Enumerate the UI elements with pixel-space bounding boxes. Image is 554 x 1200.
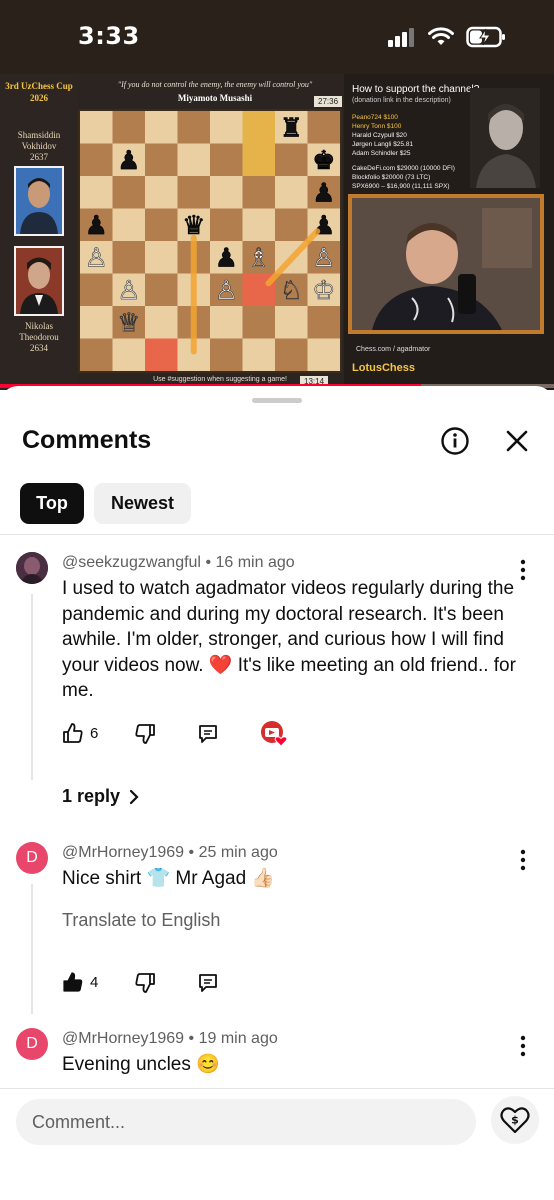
battery-charging-icon bbox=[466, 26, 506, 53]
player-top-photo bbox=[14, 166, 64, 236]
like-count: 4 bbox=[90, 973, 99, 991]
video-player[interactable]: 3rd UzChess Cup 2026 Shamsiddin Vokhidov… bbox=[0, 74, 554, 390]
dislike-button[interactable] bbox=[134, 723, 156, 745]
reply-button[interactable] bbox=[197, 972, 219, 994]
svg-text:♟: ♟ bbox=[117, 146, 140, 176]
status-bar: 3:33 bbox=[0, 0, 554, 74]
creator-heart-icon bbox=[261, 721, 288, 747]
quote-author: Miyamoto Musashi bbox=[177, 93, 253, 103]
donor-line: Adam Schindler $25 bbox=[352, 150, 411, 157]
comment-text: Evening uncles 😊 bbox=[62, 1054, 220, 1075]
comment-meta: @seekzugzwangful • 16 min ago bbox=[62, 554, 295, 571]
super-thanks-button[interactable]: $ bbox=[491, 1096, 539, 1144]
tab-newest[interactable]: Newest bbox=[94, 483, 191, 524]
event-title: 3rd UzChess Cup 2026 bbox=[5, 81, 73, 103]
comment-author[interactable]: @MrHorney1969 bbox=[62, 844, 184, 861]
comment-time: 25 min ago bbox=[198, 844, 278, 861]
comment-time: 16 min ago bbox=[215, 554, 295, 571]
translate-button[interactable]: Translate to English bbox=[62, 910, 220, 931]
sheet-grabber[interactable] bbox=[252, 398, 302, 403]
donor-line: Peano724 $100 bbox=[352, 114, 398, 121]
chess-board: ♜ ♟ ♚ ♟ ♟ ♛ ♟ ♙ ♟ ♗ ♙ ♙ ♙ ♘ ♔ ♕ bbox=[78, 109, 342, 373]
comments-title: Comments bbox=[22, 426, 152, 454]
comment-input[interactable] bbox=[16, 1099, 476, 1145]
players-panel: 3rd UzChess Cup 2026 Shamsiddin Vokhidov… bbox=[0, 74, 78, 384]
thumbs-up-filled-icon bbox=[63, 972, 83, 992]
brand-logo: LotusChess bbox=[352, 362, 415, 374]
svg-text:$: $ bbox=[511, 1114, 519, 1127]
avatar[interactable]: D bbox=[16, 1028, 48, 1060]
donor-line: Blockfolio $20000 (73 LTC) bbox=[352, 174, 431, 181]
replies-count: 1 reply bbox=[62, 786, 121, 806]
tab-top[interactable]: Top bbox=[20, 483, 84, 524]
reply-button[interactable] bbox=[197, 723, 219, 745]
comment-text: Nice shirt 👕 Mr Agad 👍🏻 bbox=[62, 868, 276, 889]
avatar[interactable]: D bbox=[16, 842, 48, 874]
comment-author[interactable]: @seekzugzwangful bbox=[62, 554, 201, 571]
wifi-icon bbox=[428, 27, 454, 52]
top-clock: 27:36 bbox=[314, 96, 343, 107]
creator-heart-badge bbox=[260, 720, 288, 748]
comment-time: 19 min ago bbox=[198, 1030, 278, 1047]
chevron-right-icon bbox=[129, 789, 139, 804]
reply-comment-icon bbox=[199, 974, 217, 992]
dislike-button[interactable] bbox=[134, 972, 156, 994]
svg-text:♙: ♙ bbox=[215, 276, 238, 306]
donor-line: CakeDeFi.com $29000 (10000 DFI) bbox=[352, 165, 455, 172]
close-button[interactable] bbox=[504, 428, 530, 454]
status-time: 3:33 bbox=[78, 22, 140, 50]
thread-line bbox=[31, 884, 33, 1014]
webcam-overlay bbox=[348, 194, 544, 334]
donor-line: SPX6900 – $16,900 (11,111 SPX) bbox=[352, 183, 450, 190]
comment-author[interactable]: @MrHorney1969 bbox=[62, 1030, 184, 1047]
thread-line bbox=[31, 594, 33, 780]
support-panel: How to support the channel? (donation li… bbox=[344, 74, 554, 390]
svg-text:♜: ♜ bbox=[280, 113, 303, 143]
thumbs-down-icon bbox=[135, 973, 155, 993]
portrait-image bbox=[470, 88, 540, 193]
info-button[interactable] bbox=[440, 426, 470, 456]
status-icons bbox=[388, 26, 506, 53]
donor-line: Henry Tonn $100 bbox=[352, 123, 402, 130]
like-button[interactable]: 6 bbox=[62, 722, 98, 744]
like-count: 6 bbox=[90, 724, 99, 742]
support-subtitle: (donation link in the description) bbox=[352, 97, 451, 104]
social-links: Chess.com / agadmator bbox=[356, 346, 431, 353]
player-bottom-name: Nikolas Theodorou 2634 bbox=[19, 321, 59, 353]
thumbs-up-icon bbox=[63, 723, 83, 743]
player-top-name: Shamsiddin Vokhidov 2637 bbox=[17, 130, 61, 162]
svg-text:♙: ♙ bbox=[312, 243, 335, 273]
cellular-signal-icon bbox=[388, 27, 416, 52]
divider bbox=[0, 534, 554, 535]
donor-line: Harald Czypull $20 bbox=[352, 132, 407, 139]
svg-text:♗: ♗ bbox=[247, 243, 270, 273]
support-title: How to support the channel? bbox=[352, 84, 480, 95]
comment-meta: @MrHorney1969 • 19 min ago bbox=[62, 1030, 278, 1047]
info-icon bbox=[441, 427, 469, 455]
composer-divider bbox=[0, 1088, 554, 1089]
reply-comment-icon bbox=[199, 725, 217, 743]
thumbs-down-icon bbox=[135, 724, 155, 744]
avatar[interactable] bbox=[16, 552, 48, 584]
comment-text: I used to watch agadmator videos regular… bbox=[62, 578, 516, 701]
heart-dollar-icon: $ bbox=[500, 1107, 530, 1134]
comment-meta: @MrHorney1969 • 25 min ago bbox=[62, 844, 278, 861]
svg-text:♚: ♚ bbox=[312, 146, 335, 176]
view-replies-button[interactable]: 1 reply bbox=[62, 786, 140, 807]
player-bottom-photo bbox=[14, 246, 64, 316]
svg-text:♟: ♟ bbox=[312, 178, 335, 208]
svg-text:♟: ♟ bbox=[215, 243, 238, 273]
svg-text:♔: ♔ bbox=[312, 276, 335, 306]
quote-text: "If you do not control the enemy, the en… bbox=[117, 80, 313, 89]
donor-line: Jørgen Langli $25.81 bbox=[352, 141, 414, 148]
svg-text:♕: ♕ bbox=[117, 308, 140, 338]
comments-sheet: Comments Top Newest @seekzugzwangful • 1… bbox=[0, 386, 554, 1200]
svg-text:♙: ♙ bbox=[117, 276, 140, 306]
svg-text:♙: ♙ bbox=[85, 243, 108, 273]
close-icon bbox=[506, 430, 528, 452]
like-button[interactable]: 4 bbox=[62, 971, 98, 993]
svg-text:♟: ♟ bbox=[85, 211, 108, 241]
svg-text:♘: ♘ bbox=[280, 276, 303, 306]
